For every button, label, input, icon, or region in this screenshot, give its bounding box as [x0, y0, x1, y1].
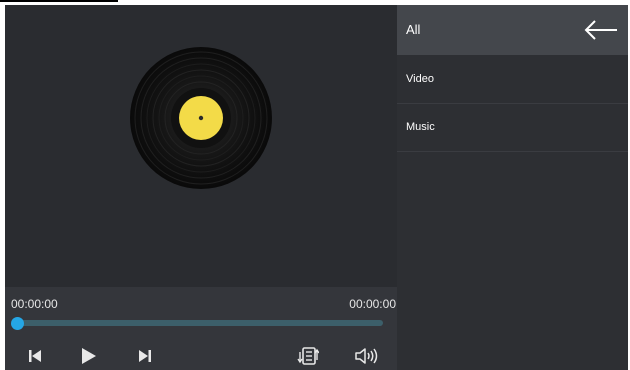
controls-panel: 00:00:00 00:00:00 — [5, 287, 397, 370]
previous-button[interactable] — [21, 343, 49, 369]
sidebar-header: All — [397, 5, 628, 55]
progress-thumb[interactable] — [11, 317, 24, 330]
playlist-icon — [297, 347, 319, 365]
progress-bar[interactable] — [17, 320, 383, 326]
total-time: 00:00:00 — [349, 297, 396, 311]
media-player: 00:00:00 00:00:00 — [5, 5, 397, 370]
album-art-area — [5, 5, 397, 287]
next-button[interactable] — [131, 343, 159, 369]
skip-previous-icon — [29, 350, 41, 362]
play-button[interactable] — [75, 343, 103, 369]
sidebar-item-music[interactable]: Music — [397, 104, 628, 152]
sidebar-item-label: Video — [406, 73, 434, 85]
app-window: 00:00:00 00:00:00 All Video Music — [5, 5, 628, 370]
current-time: 00:00:00 — [11, 297, 58, 311]
skip-next-icon — [139, 350, 151, 362]
top-edge-line — [0, 0, 118, 2]
play-icon — [82, 348, 96, 364]
sidebar-item-label: Music — [406, 121, 435, 133]
media-category-sidebar: All Video Music — [397, 5, 628, 370]
sidebar-item-video[interactable]: Video — [397, 56, 628, 104]
sidebar-header-title: All — [406, 22, 421, 37]
volume-button[interactable] — [353, 343, 381, 369]
playlist-button[interactable] — [294, 343, 322, 369]
volume-icon — [355, 348, 378, 364]
vinyl-record-icon — [130, 47, 272, 189]
arrow-left-icon[interactable] — [583, 18, 619, 42]
